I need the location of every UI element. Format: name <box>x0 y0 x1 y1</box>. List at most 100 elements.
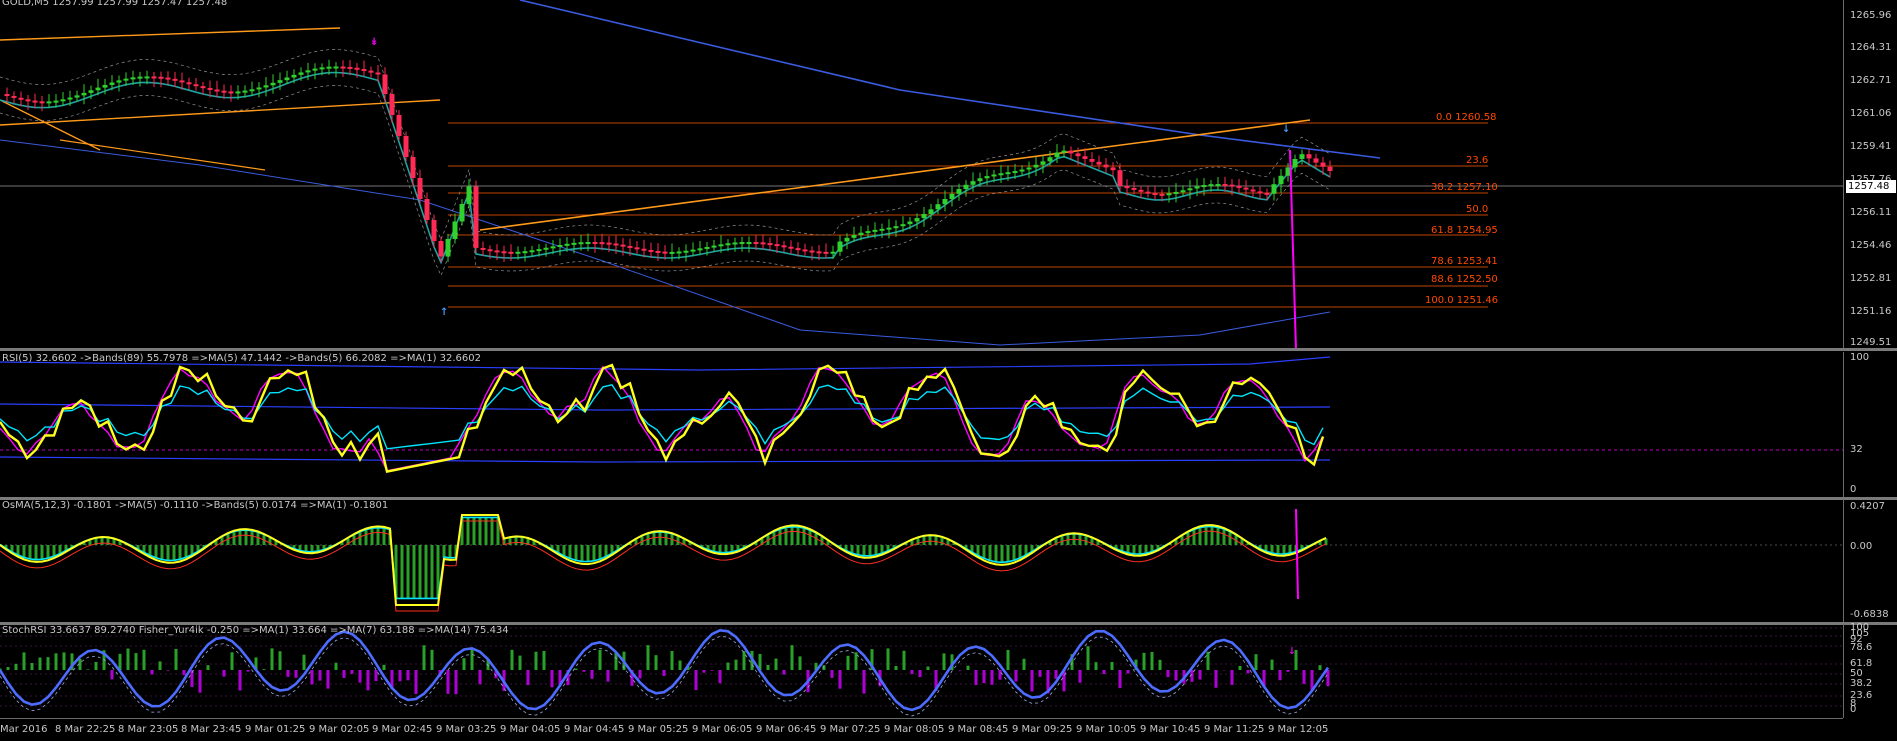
candle <box>228 91 234 94</box>
candle <box>361 69 367 72</box>
candle <box>1264 192 1270 195</box>
price-tick: 1261.06 <box>1850 108 1892 119</box>
time-label: 9 Mar 11:25 <box>1204 724 1265 735</box>
osma-subwindow[interactable] <box>0 499 1843 619</box>
candle <box>648 249 654 252</box>
candle <box>130 77 136 80</box>
candle <box>298 72 304 75</box>
candle <box>1117 170 1123 187</box>
osma-axis[interactable]: 0.4207 0.00 -0.6838 <box>1843 499 1897 622</box>
stochrsi-subwindow[interactable]: ↓ <box>0 624 1843 718</box>
candle <box>340 66 346 69</box>
candle <box>81 92 87 96</box>
pane-separator[interactable] <box>0 348 1897 351</box>
candle <box>1131 187 1137 190</box>
candle <box>1110 167 1116 171</box>
candle <box>459 204 465 222</box>
candle <box>1306 154 1312 159</box>
candle <box>116 80 122 83</box>
fib-label: 78.6 1253.41 <box>1431 256 1498 267</box>
candle <box>578 242 584 245</box>
moving-average-line <box>0 139 1331 346</box>
candle <box>431 220 437 241</box>
candle <box>571 242 577 245</box>
candle <box>165 77 171 80</box>
fib-label: 38.2 1257.10 <box>1431 182 1498 193</box>
candle <box>837 241 843 252</box>
candle <box>1145 191 1151 194</box>
candle <box>137 76 143 79</box>
candle <box>914 218 920 222</box>
candle <box>522 251 528 254</box>
candle <box>711 245 717 248</box>
candle <box>1068 150 1074 154</box>
candle <box>1187 188 1193 191</box>
signal-arrow-line <box>1295 508 1299 600</box>
candle <box>606 242 612 245</box>
candle <box>382 74 388 94</box>
arrow-down-icon: ↓ <box>1282 120 1290 136</box>
osma-tick: 0.4207 <box>1850 501 1885 512</box>
arrow-marker-icon: ↓ <box>1288 643 1296 658</box>
candle <box>858 232 864 235</box>
candle <box>1166 193 1172 196</box>
candle <box>109 82 115 85</box>
candle <box>1103 164 1109 168</box>
candle <box>781 245 787 248</box>
candle <box>1208 184 1214 187</box>
candle <box>88 90 94 93</box>
candle <box>207 87 213 90</box>
candle <box>676 251 682 254</box>
candle <box>32 100 38 103</box>
trendline <box>479 119 1311 231</box>
price-tick: 1264.31 <box>1850 42 1892 53</box>
fib-label: 23.6 <box>1466 155 1489 166</box>
candle <box>1033 164 1039 168</box>
candle <box>277 80 283 83</box>
candle <box>1061 150 1067 153</box>
candle <box>816 251 822 254</box>
candle <box>1089 159 1095 162</box>
price-tick: 1249.51 <box>1850 337 1892 348</box>
time-axis[interactable]: Mar 2016 8 Mar 22:25 8 Mar 23:05 8 Mar 2… <box>0 718 1843 741</box>
candle <box>942 198 948 205</box>
candle <box>683 250 689 253</box>
stochrsi-axis[interactable]: 100 105 92 78.6 61.8 50 38.2 23.6 8 0 <box>1843 622 1897 718</box>
candle <box>760 242 766 245</box>
price-tick: 1252.81 <box>1850 273 1892 284</box>
candle <box>326 66 332 69</box>
candle <box>1138 189 1144 192</box>
candle <box>445 239 451 257</box>
candle <box>158 76 164 79</box>
chart-window[interactable]: ↡ ↑ ↓ ↓ GOLD,M5 1257.99 1257.99 1257.47 12… <box>0 0 1897 740</box>
fib-label: 100.0 1251.46 <box>1425 295 1499 306</box>
price-chart[interactable]: ↡ ↑ ↓ <box>0 0 1843 350</box>
candle <box>193 84 199 87</box>
candle <box>823 251 829 254</box>
time-label: 9 Mar 09:25 <box>1012 724 1073 735</box>
rsi-axis[interactable]: 100 32 0 <box>1843 352 1897 497</box>
candle <box>172 78 178 81</box>
stoch-tick: 0 <box>1850 704 1857 715</box>
candle <box>494 250 500 253</box>
rsi-ma-line <box>0 365 1324 472</box>
candle <box>641 248 647 251</box>
osma-pane-label: OsMA(5,12,3) -0.1801 ->MA(5) -0.1110 ->B… <box>2 500 389 511</box>
time-label: 8 Mar 22:25 <box>55 724 116 735</box>
candle <box>438 241 444 257</box>
candle <box>67 97 73 100</box>
candle <box>1250 189 1256 192</box>
candle <box>669 251 675 254</box>
candle <box>557 245 563 248</box>
time-label: 9 Mar 06:45 <box>756 724 817 735</box>
price-tick: 1259.41 <box>1850 141 1892 152</box>
candle <box>389 94 395 115</box>
band-line <box>0 520 1327 612</box>
candle <box>347 66 353 69</box>
candle <box>613 243 619 246</box>
arrow-down-icon: ↡ <box>370 33 378 49</box>
price-axis[interactable]: 1265.96 1264.31 1262.71 1261.06 1259.41 … <box>1843 0 1897 348</box>
rsi-subwindow[interactable] <box>0 352 1843 502</box>
candle <box>865 231 871 234</box>
candle <box>1096 161 1102 165</box>
